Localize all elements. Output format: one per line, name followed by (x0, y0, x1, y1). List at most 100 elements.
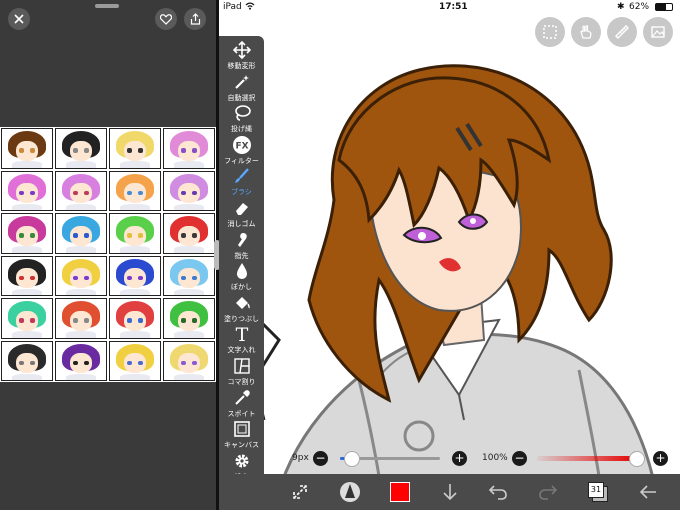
brush-size-knob[interactable] (344, 451, 360, 467)
opacity-plus-button[interactable]: + (653, 451, 668, 466)
reference-thumbnail (55, 128, 107, 169)
lasso-icon (231, 103, 253, 123)
reference-thumbnail (1, 298, 53, 339)
layers-icon: 31 (588, 482, 608, 502)
reference-thumbnail (163, 298, 215, 339)
tool-brush[interactable]: ブラシ (219, 166, 264, 198)
bluetooth-icon: ✱ (617, 2, 625, 12)
reference-thumbnail (1, 340, 53, 381)
reference-pane (0, 0, 216, 510)
transform-button[interactable] (287, 479, 313, 505)
tool-magic-wand[interactable]: 自動選択 (219, 72, 264, 104)
favorite-button[interactable] (155, 8, 177, 30)
bucket-fill-icon (231, 293, 253, 313)
download-button[interactable] (437, 479, 463, 505)
tool-canvas[interactable]: キャンバス (219, 419, 264, 451)
wifi-icon (245, 2, 255, 10)
redo-button[interactable] (535, 479, 561, 505)
battery-percent: 62% (629, 2, 650, 12)
tool-label: キャンバス (224, 441, 259, 450)
tool-label: スポイト (227, 409, 256, 418)
drawing-canvas[interactable] (219, 0, 680, 510)
status-device: iPad (223, 2, 242, 12)
drawing-pane: iPad 17:51 ✱ 62% 移動変形 自動選択 投げ縄 FX フィルター … (219, 0, 680, 510)
reference-thumbnail (55, 213, 107, 254)
hand-button[interactable] (571, 17, 601, 47)
tool-lasso[interactable]: 投げ縄 (219, 103, 264, 135)
reference-thumbnail (109, 170, 161, 211)
tool-label: フィルター (224, 156, 259, 165)
hand-icon (580, 25, 592, 39)
tool-label: 消しゴム (227, 220, 256, 228)
battery-icon (655, 3, 673, 11)
tool-label: 指先 (234, 251, 249, 260)
layer-count: 31 (588, 482, 604, 498)
color-button[interactable] (387, 479, 413, 505)
magic-wand-icon (231, 72, 253, 92)
fx-filter-icon: FX (231, 135, 253, 155)
reference-thumbnail (163, 213, 215, 254)
bottom-toolbar: 31 (219, 474, 680, 510)
ruler-icon (615, 25, 629, 39)
selection-icon (543, 25, 557, 39)
brush-size-minus-button[interactable]: − (313, 451, 328, 466)
undo-icon (488, 485, 507, 500)
tool-panel-split[interactable]: コマ割り (219, 356, 264, 388)
tool-palette: 移動変形自動選択投げ縄 FX フィルターブラシ消しゴム指先 ぼかし塗りつぶし T 文字入れ… (219, 36, 264, 488)
reference-image-grid[interactable] (0, 127, 216, 382)
tool-move-transform[interactable]: 移動変形 (219, 40, 264, 72)
brush-size-slider[interactable] (340, 451, 440, 467)
reference-thumbnail (1, 255, 53, 296)
opacity-minus-button[interactable]: − (512, 451, 527, 466)
undo-button[interactable] (485, 479, 511, 505)
tool-text-tool[interactable]: T 文字入れ (219, 324, 264, 356)
back-button[interactable] (635, 479, 661, 505)
redo-icon (539, 485, 558, 500)
text-tool-icon: T (231, 324, 253, 344)
transform-arrows-icon (293, 485, 307, 499)
reference-thumbnail (55, 255, 107, 296)
reference-thumbnail (1, 170, 53, 211)
opacity-slider[interactable] (537, 451, 645, 467)
close-button[interactable] (8, 8, 30, 30)
pane-handle[interactable] (95, 4, 119, 8)
reference-thumbnail (163, 170, 215, 211)
reference-thumbnail (109, 128, 161, 169)
reference-thumbnail (1, 213, 53, 254)
brush-size-label: 9px (292, 453, 309, 463)
tool-label: 移動変形 (227, 62, 256, 70)
tool-finger[interactable]: 指先 (219, 230, 264, 262)
share-icon (190, 13, 200, 25)
layers-button[interactable]: 31 (585, 479, 611, 505)
tool-fx-filter[interactable]: FX フィルター (219, 135, 264, 167)
tool-label: 塗りつぶし (223, 314, 260, 323)
blur-drop-icon (231, 261, 253, 281)
status-time: 17:51 (439, 2, 468, 12)
color-swatch (390, 482, 410, 502)
tool-blur-drop[interactable]: ぼかし (219, 261, 264, 293)
share-button[interactable] (184, 8, 206, 30)
tool-label: 投げ縄 (231, 125, 252, 134)
opacity-label: 100% (482, 453, 508, 463)
tool-eyedropper[interactable]: スポイト (219, 388, 264, 420)
reference-thumbnail (109, 255, 161, 296)
eraser-icon (231, 198, 253, 218)
brush-size-plus-button[interactable]: + (452, 451, 467, 466)
tool-label: 文字入れ (227, 346, 256, 355)
canvas-icon (231, 419, 253, 439)
reference-thumbnail (1, 128, 53, 169)
reference-thumbnail (109, 298, 161, 339)
tool-eraser[interactable]: 消しゴム (219, 198, 264, 230)
download-arrow-icon (443, 484, 457, 501)
selection-button[interactable] (535, 17, 565, 47)
svg-text:T: T (236, 324, 249, 344)
tool-label: ブラシ (231, 188, 252, 197)
finger-icon (231, 230, 253, 250)
brush-preview-button[interactable] (337, 479, 363, 505)
gear-icon (231, 451, 253, 471)
opacity-knob[interactable] (629, 451, 645, 467)
image-button[interactable] (643, 17, 673, 47)
ruler-button[interactable] (607, 17, 637, 47)
tool-bucket-fill[interactable]: 塗りつぶし (219, 293, 264, 325)
move-transform-icon (231, 40, 253, 60)
